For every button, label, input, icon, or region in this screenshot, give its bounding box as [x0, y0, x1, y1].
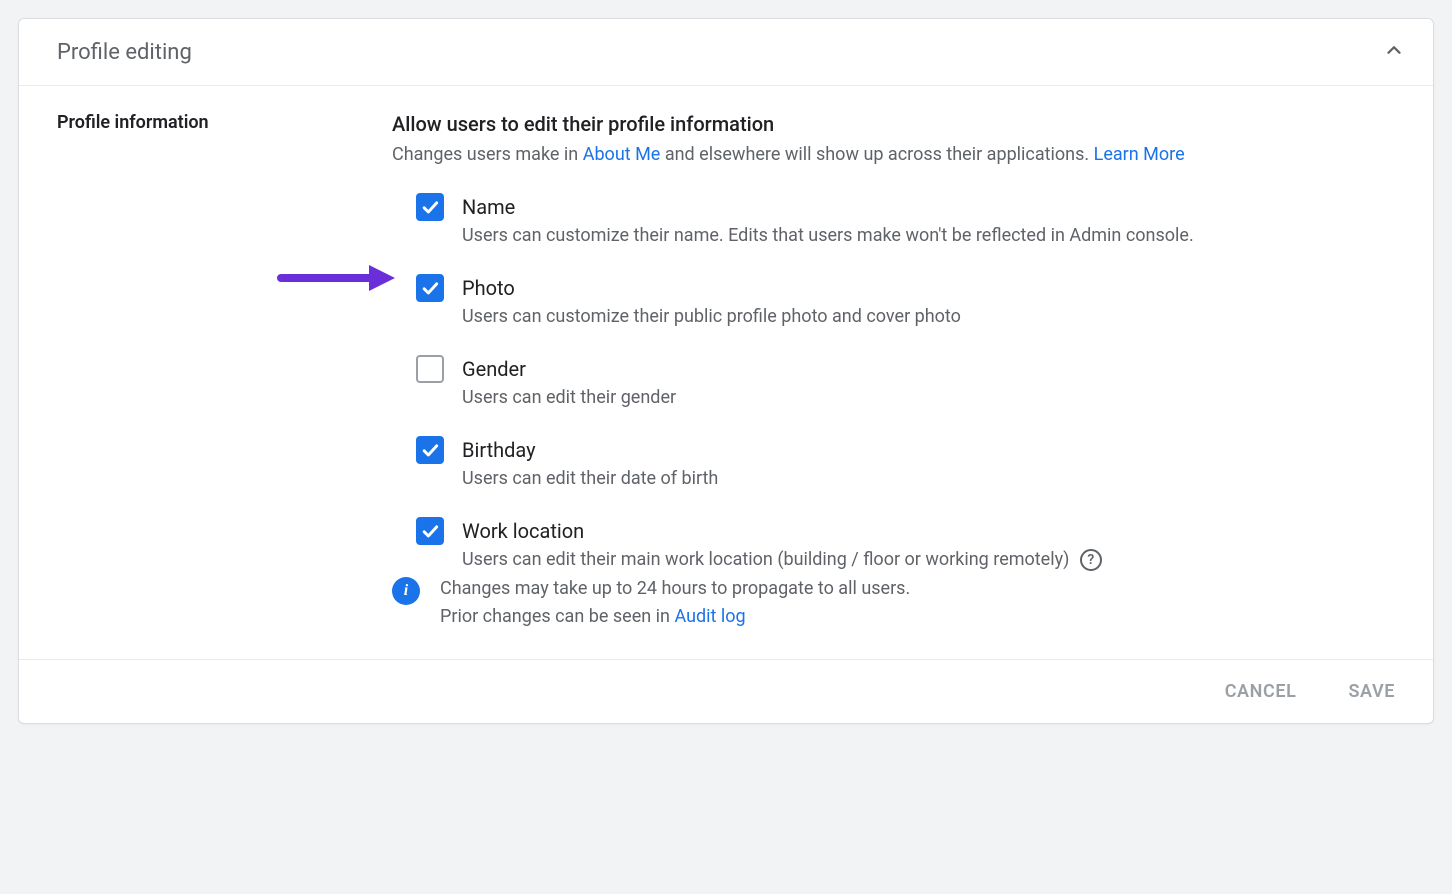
option-row: Birthday Users can edit their date of bir… [392, 436, 1405, 489]
chevron-up-icon[interactable] [1383, 39, 1405, 65]
option-text: Birthday Users can edit their date of bir… [462, 436, 1405, 489]
learn-more-link[interactable]: Learn More [1094, 144, 1185, 165]
subtext-mid: and elsewhere will show up across their … [660, 144, 1093, 165]
checkbox-gender[interactable] [416, 355, 444, 383]
option-label: Work location [462, 517, 1405, 545]
option-text: Photo Users can customize their public pr… [462, 274, 1405, 327]
option-label: Name [462, 193, 1405, 221]
checkbox-birthday[interactable] [416, 436, 444, 464]
option-desc: Users can edit their gender [462, 387, 1405, 408]
card-title: Profile editing [57, 40, 192, 65]
option-label: Gender [462, 355, 1405, 383]
save-button[interactable]: SAVE [1342, 680, 1401, 703]
option-label: Birthday [462, 436, 1405, 464]
section-label: Profile information [57, 112, 392, 631]
option-row: Name Users can customize their name. Edit… [392, 193, 1405, 246]
option-desc: Users can edit their date of birth [462, 468, 1405, 489]
audit-log-link[interactable]: Audit log [674, 606, 745, 627]
about-me-link[interactable]: About Me [583, 144, 661, 165]
option-label: Photo [462, 274, 1405, 302]
cancel-button[interactable]: CANCEL [1219, 680, 1303, 703]
option-text: Gender Users can edit their gender [462, 355, 1405, 408]
section-heading: Allow users to edit their profile inform… [392, 112, 1405, 136]
checkbox-photo[interactable] [416, 274, 444, 302]
info-line2-pre: Prior changes can be seen in [440, 606, 674, 627]
option-row: Photo Users can customize their public pr… [392, 274, 1405, 327]
info-line2: Prior changes can be seen in Audit log [440, 603, 910, 631]
checkbox-work-location[interactable] [416, 517, 444, 545]
option-desc: Users can customize their public profile… [462, 306, 1405, 327]
info-line1: Changes may take up to 24 hours to propa… [440, 575, 910, 603]
option-row: Work location Users can edit their main w… [392, 517, 1405, 571]
arrow-annotation [277, 261, 397, 295]
checkbox-name[interactable] [416, 193, 444, 221]
card-header[interactable]: Profile editing [19, 19, 1433, 86]
option-text: Work location Users can edit their main w… [462, 517, 1405, 571]
option-text: Name Users can customize their name. Edit… [462, 193, 1405, 246]
option-row: Gender Users can edit their gender [392, 355, 1405, 408]
option-desc: Users can edit their main work location … [462, 549, 1405, 571]
info-icon: i [392, 577, 420, 605]
help-icon[interactable]: ? [1080, 549, 1102, 571]
profile-editing-card: Profile editing Profile information Allo… [18, 18, 1434, 724]
card-footer: CANCEL SAVE [19, 659, 1433, 723]
option-desc: Users can customize their name. Edits th… [462, 225, 1405, 246]
subtext-pre: Changes users make in [392, 144, 583, 165]
section-subtext: Changes users make in About Me and elsew… [392, 144, 1405, 165]
info-box: i Changes may take up to 24 hours to pro… [392, 575, 1405, 631]
